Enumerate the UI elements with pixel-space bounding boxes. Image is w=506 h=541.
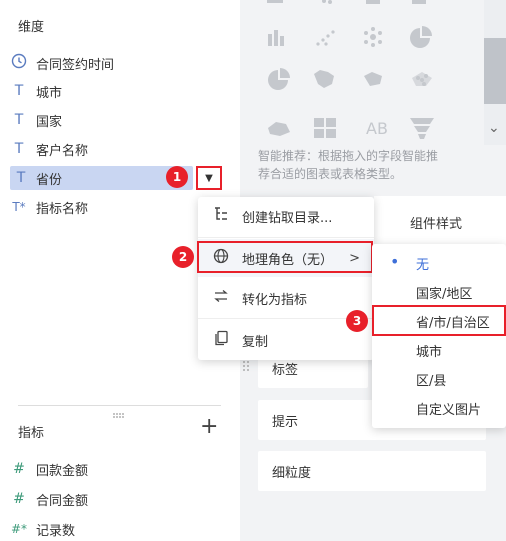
hash-calc-icon: #*: [10, 522, 28, 536]
geo-role-highlight: [197, 241, 373, 273]
field-context-menu: 创建钻取目录... 地理角色（无） > 转化为指标 复制: [198, 197, 374, 360]
measures-title: 指标: [18, 426, 45, 441]
field-label: 国家: [36, 114, 63, 130]
geo-option-country[interactable]: 国家/地区: [372, 278, 506, 307]
resize-handle-icon[interactable]: [112, 407, 126, 418]
component-style-title: 组件样式: [410, 217, 463, 232]
smart-hint-line-1: 智能推荐：根据拖入的字段智能推: [258, 149, 439, 163]
swap-icon: [210, 288, 232, 308]
geo-role-submenu: • 无 国家/地区 省/市/自治区 城市 区/县 自定义图片: [372, 244, 506, 428]
geo-option-district[interactable]: 区/县: [372, 365, 506, 394]
hash-icon: #: [13, 461, 25, 477]
menu-item-label: 转化为指标: [242, 292, 308, 308]
menu-divider: [198, 237, 374, 238]
text-calc-icon: T*: [12, 200, 26, 214]
geo-option-label: 国家/地区: [416, 287, 473, 302]
step-badge-1: 1: [166, 166, 188, 188]
copy-icon: [210, 330, 232, 350]
drag-handle-icon[interactable]: [242, 360, 252, 374]
chevron-down-icon[interactable]: ⌄: [488, 120, 500, 136]
clock-icon: [6, 53, 32, 73]
field-item-metric-name[interactable]: T* 指标名称: [0, 195, 222, 219]
field-item-city[interactable]: T 城市: [0, 79, 222, 103]
prop-granularity[interactable]: 细粒度: [258, 451, 486, 491]
hash-icon: #: [13, 491, 25, 507]
text-icon: T: [16, 170, 26, 186]
geo-option-city[interactable]: 城市: [372, 336, 506, 365]
field-item-contract-time[interactable]: 合同签约时间: [0, 51, 222, 75]
field-label: 合同金额: [36, 493, 89, 509]
smart-hint: 智能推荐：根据拖入的字段智能推 荐合适的图表或表格类型。: [258, 147, 486, 183]
prop-label-text: 标签: [272, 362, 299, 378]
field-label: 客户名称: [36, 143, 89, 159]
field-label: 回款金额: [36, 463, 89, 479]
chevron-down-icon[interactable]: ▼: [197, 167, 221, 189]
geo-option-label: 无: [416, 258, 430, 273]
measure-item-payment[interactable]: # 回款金额: [0, 457, 222, 481]
field-label: 合同签约时间: [36, 57, 115, 73]
geo-option-label: 城市: [416, 345, 443, 360]
province-option-highlight: [372, 305, 506, 336]
chart-type-grid: AB: [267, 0, 434, 139]
field-label: 城市: [36, 85, 63, 101]
text-icon: T: [14, 112, 24, 128]
drill-icon: [210, 206, 232, 226]
field-label: 省份: [36, 172, 63, 188]
geo-option-label: 区/县: [416, 374, 447, 389]
text-icon: T: [14, 83, 24, 99]
text-icon: T: [14, 141, 24, 157]
scrollbar-thumb[interactable]: [484, 38, 506, 104]
menu-item-label: 复制: [242, 334, 269, 350]
prop-tooltip-text: 提示: [272, 414, 299, 430]
menu-item-label: 创建钻取目录...: [242, 210, 333, 226]
dimensions-title: 维度: [18, 20, 45, 35]
field-item-customer[interactable]: T 客户名称: [0, 137, 222, 161]
geo-option-custom-image[interactable]: 自定义图片: [372, 394, 506, 423]
field-item-country[interactable]: T 国家: [0, 108, 222, 132]
divider: [18, 405, 221, 406]
measure-item-contract-amount[interactable]: # 合同金额: [0, 487, 222, 511]
field-label: 指标名称: [36, 201, 89, 217]
menu-item-convert-measure[interactable]: 转化为指标: [198, 279, 374, 317]
add-measure-icon[interactable]: +: [200, 416, 218, 438]
measure-item-record-count[interactable]: #* 记录数: [0, 517, 222, 541]
menu-item-create-drill[interactable]: 创建钻取目录...: [198, 197, 374, 235]
geo-option-none[interactable]: 无: [372, 249, 506, 278]
field-label: 记录数: [36, 523, 76, 539]
tab-component-style[interactable]: 组件样式: [374, 196, 506, 246]
step-badge-3: 3: [346, 310, 368, 332]
smart-hint-line-2: 荐合适的图表或表格类型。: [258, 167, 403, 181]
step-badge-2: 2: [172, 246, 194, 268]
svg-text:AB: AB: [366, 119, 388, 138]
prop-granularity-text: 细粒度: [272, 465, 312, 481]
geo-option-label: 自定义图片: [416, 403, 482, 418]
